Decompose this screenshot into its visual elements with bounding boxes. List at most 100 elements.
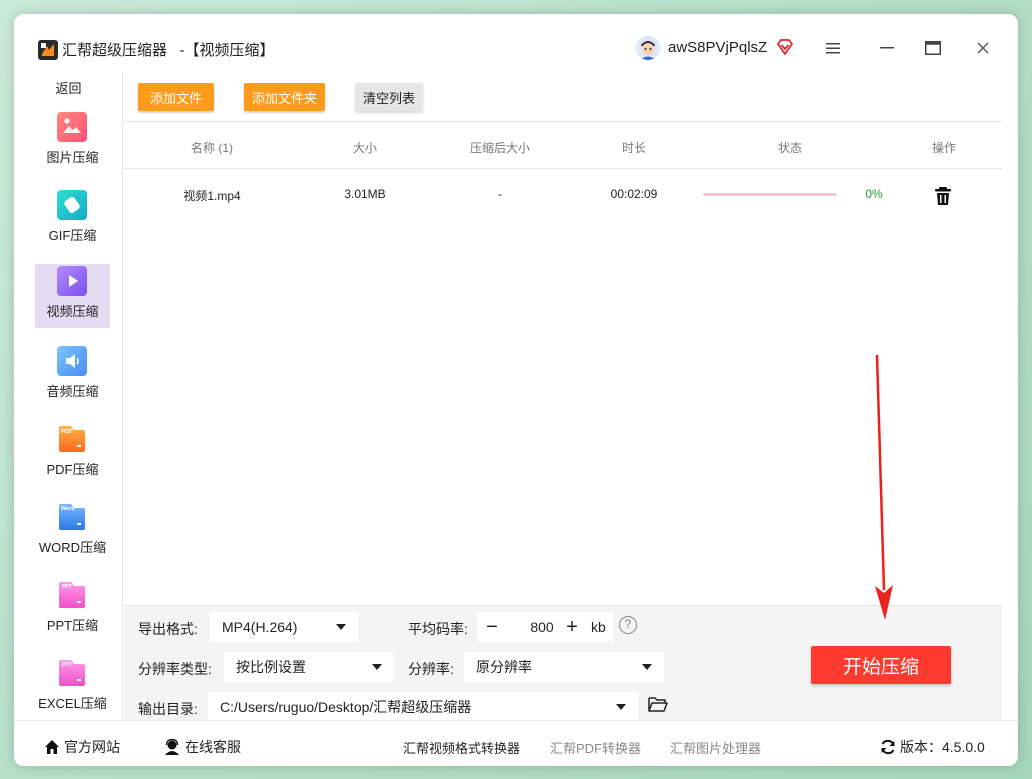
chevron-down-icon	[336, 624, 346, 630]
col-duration: 时长	[621, 141, 646, 155]
version-label: 版本：4.5.0.0	[900, 739, 985, 755]
progress-bar	[703, 193, 837, 196]
menu-icon	[826, 43, 840, 54]
window-title: 汇帮超级压缩器 -【视频压缩】	[62, 42, 275, 59]
pdf-tag: PDF	[61, 429, 73, 435]
title-bar: 汇帮超级压缩器 -【视频压缩】 awS8PVjPqlsZ	[14, 14, 1018, 72]
sidebar-item-image[interactable]: 图片压缩	[35, 110, 110, 174]
format-label: 导出格式:	[138, 621, 198, 637]
resolution-select[interactable]: 原分辨率	[464, 652, 664, 682]
file-compressed-size: -	[498, 187, 502, 201]
refresh-icon	[881, 739, 895, 755]
col-actions: 操作	[931, 141, 956, 155]
sidebar-item-label: 音频压缩	[46, 384, 99, 399]
add-file-button[interactable]: 添加文件	[138, 83, 214, 111]
chevron-down-icon	[372, 664, 382, 670]
sidebar-item-gif[interactable]: GIF压缩	[35, 188, 110, 252]
version-info[interactable]: 版本：4.5.0.0	[880, 737, 985, 757]
format-value: MP4(H.264)	[222, 619, 298, 635]
background-strip	[30, 766, 226, 770]
close-icon	[977, 42, 989, 54]
username[interactable]: awS8PVjPqlsZ	[668, 39, 767, 56]
excel-compress-icon: PPT	[59, 660, 85, 686]
menu-button[interactable]	[820, 36, 846, 60]
ppt-compress-icon: PPT	[59, 582, 85, 608]
col-status: 状态	[777, 141, 802, 155]
excel-tag: PPT	[62, 662, 72, 668]
pdf-compress-icon: PDF	[59, 426, 85, 452]
progress-percent: 0%	[865, 187, 883, 201]
trash-icon[interactable]	[932, 185, 954, 207]
official-website-link[interactable]: 官方网站	[44, 737, 120, 757]
sidebar-item-label: EXCEL压缩	[38, 696, 107, 711]
footer: 官方网站 在线客服 汇帮视频格式转换器 汇帮PDF转换器 汇帮图片处理器 版本：…	[14, 720, 1018, 766]
sidebar-item-label: PPT压缩	[46, 618, 99, 633]
file-size: 3.01MB	[344, 187, 386, 201]
resolution-type-select[interactable]: 按比例设置	[224, 652, 394, 682]
file-duration: 00:02:09	[610, 187, 658, 201]
app-logo-icon	[38, 40, 58, 60]
help-icon[interactable]: ?	[619, 616, 637, 634]
col-size: 大小	[352, 141, 377, 155]
add-folder-button[interactable]: 添加文件夹	[244, 83, 325, 111]
vip-diamond-icon[interactable]	[776, 38, 794, 56]
col-compressed-size: 压缩后大小	[469, 141, 530, 155]
file-name: 视频1.mp4	[183, 189, 241, 203]
sidebar-item-label: GIF压缩	[48, 228, 97, 243]
sidebar-item-ppt[interactable]: PPT PPT压缩	[35, 578, 110, 642]
official-website-label: 官方网站	[64, 739, 120, 755]
gif-compress-icon	[57, 190, 87, 220]
format-select[interactable]: MP4(H.264)	[210, 612, 358, 642]
chevron-down-icon	[616, 704, 626, 710]
sidebar-item-label: 视频压缩	[46, 304, 99, 319]
output-dir-label: 输出目录:	[138, 701, 198, 717]
output-dir-select[interactable]: C:/Users/ruguo/Desktop/汇帮超级压缩器	[208, 692, 638, 722]
minimize-button[interactable]	[874, 36, 900, 60]
resolution-type-label: 分辨率类型:	[138, 661, 212, 677]
folder-open-icon[interactable]	[648, 695, 668, 713]
bitrate-increase-button[interactable]: +	[557, 612, 587, 642]
chevron-down-icon	[642, 664, 652, 670]
sidebar-item-label: PDF压缩	[46, 462, 99, 477]
sidebar-item-label: WORD压缩	[38, 540, 107, 555]
close-button[interactable]	[970, 36, 996, 60]
col-name: 名称 (1)	[190, 141, 233, 155]
maximize-button[interactable]	[920, 36, 946, 60]
table-header: 名称 (1) 大小 压缩后大小 时长 状态 操作	[124, 122, 1002, 169]
sidebar-item-pdf[interactable]: PDF PDF压缩	[35, 422, 110, 486]
start-compress-button[interactable]: 开始压缩	[811, 646, 951, 684]
support-icon	[165, 739, 179, 755]
word-tag: Word	[61, 506, 75, 512]
annotation-arrow-icon	[875, 354, 893, 620]
word-compress-icon: Word	[59, 504, 85, 530]
footer-link-pdf-converter[interactable]: 汇帮PDF转换器	[550, 738, 641, 757]
audio-compress-icon	[57, 346, 87, 376]
output-dir-value: C:/Users/ruguo/Desktop/汇帮超级压缩器	[220, 699, 472, 715]
bitrate-decrease-button[interactable]: −	[477, 612, 507, 642]
sidebar-item-label: 图片压缩	[46, 150, 99, 165]
avatar[interactable]	[636, 36, 660, 60]
sidebar-item-excel[interactable]: PPT EXCEL压缩	[35, 656, 110, 720]
footer-link-video-converter[interactable]: 汇帮视频格式转换器	[403, 738, 520, 757]
ppt-tag: PPT	[62, 584, 72, 590]
sidebar-item-word[interactable]: Word WORD压缩	[35, 500, 110, 564]
footer-link-image-processor[interactable]: 汇帮图片处理器	[670, 738, 761, 757]
sidebar-item-audio[interactable]: 音频压缩	[35, 344, 110, 408]
minimize-icon	[880, 47, 894, 49]
bitrate-label: 平均码率:	[408, 621, 468, 637]
back-link[interactable]: 返回	[14, 78, 123, 97]
home-icon	[45, 740, 59, 754]
clear-list-button[interactable]: 清空列表	[355, 83, 423, 111]
resolution-type-value: 按比例设置	[236, 659, 306, 675]
resolution-label: 分辨率:	[408, 661, 454, 677]
video-compress-icon	[57, 266, 87, 296]
online-support-label: 在线客服	[185, 739, 241, 755]
image-compress-icon	[57, 112, 87, 142]
table-row[interactable]: 视频1.mp4 3.01MB - 00:02:09 0%	[124, 170, 1002, 218]
maximize-icon	[925, 41, 941, 55]
online-support-link[interactable]: 在线客服	[164, 737, 241, 757]
user-avatar-icon	[636, 36, 660, 60]
bitrate-unit: kb	[591, 619, 606, 635]
sidebar-item-video[interactable]: 视频压缩	[35, 264, 110, 328]
bitrate-stepper[interactable]: − 800 + kb	[477, 612, 613, 642]
